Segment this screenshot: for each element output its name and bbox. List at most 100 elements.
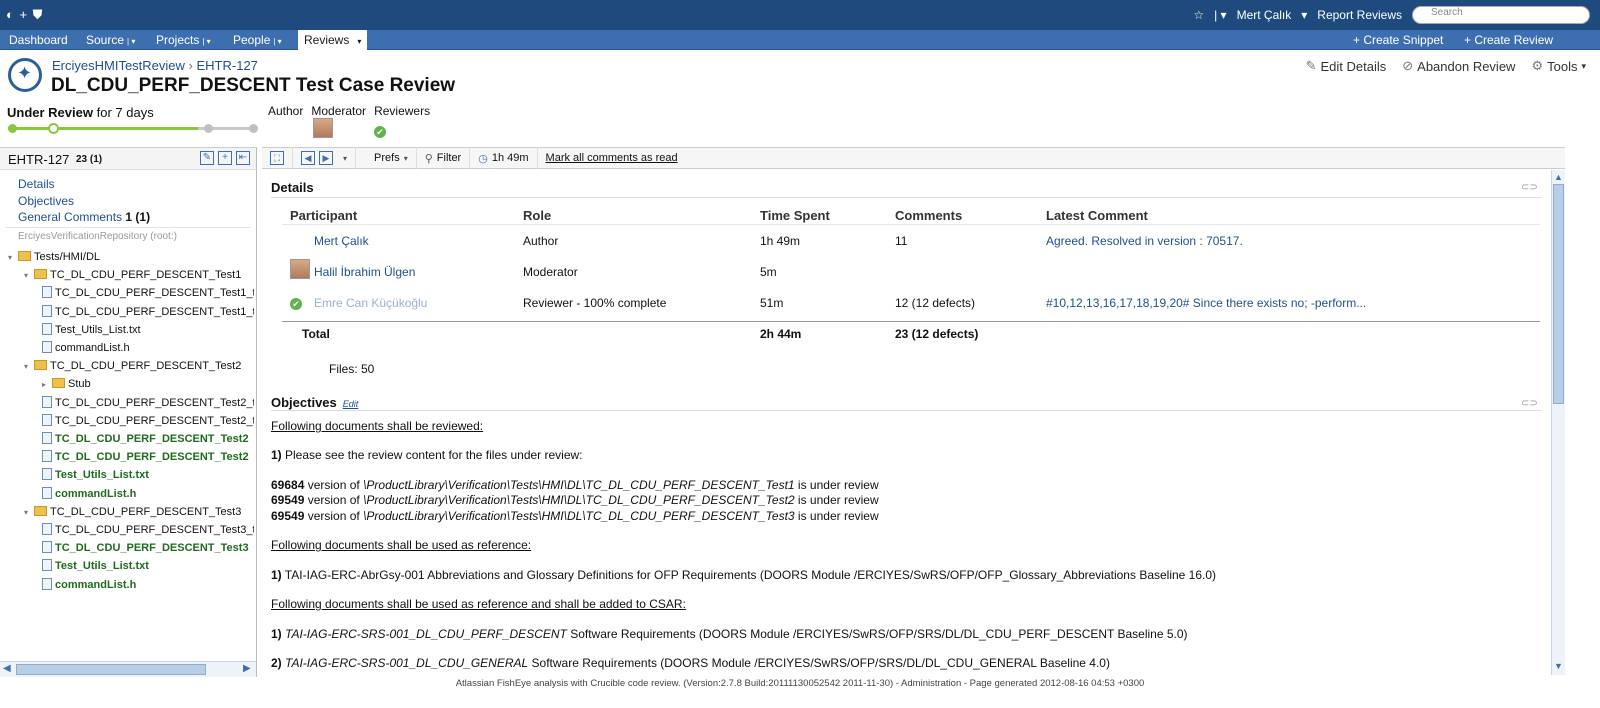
abandon-review-button[interactable]: ⊘ Abandon Review — [1402, 58, 1515, 74]
filter-button[interactable]: ⚲ Filter — [417, 147, 471, 169]
participant-role: Reviewer - 100% complete — [523, 296, 667, 310]
tree-file[interactable]: Test_Utils_List.txt — [42, 321, 254, 339]
tools-menu-button[interactable]: ⚙ Tools ▾ — [1531, 58, 1586, 74]
edit-details-button[interactable]: ✎ Edit Details — [1306, 58, 1387, 74]
sidebar-link-general-comments[interactable]: General Comments 1 (1) — [18, 209, 150, 226]
latest-comment-link[interactable]: #10,12,13,16,17,18,19,20# Since there ex… — [1046, 296, 1366, 310]
participant-time-spent: 51m — [760, 296, 784, 310]
latest-comment-text[interactable]: #10,12,13,16,17,18,19,20# Since there ex… — [1046, 296, 1366, 310]
participant-name[interactable]: Mert Çalık — [314, 234, 369, 248]
app-logo-icon[interactable]: ◐ + ⛊ — [6, 7, 43, 23]
favorites-dropdown-icon[interactable]: | ▾ — [1214, 8, 1226, 22]
horizontal-scrollbar[interactable]: ◀ ▶ — [0, 661, 256, 677]
tree-file[interactable]: TC_DL_CDU_PERF_DESCENT_Test2 — [42, 448, 254, 466]
file-icon — [42, 577, 52, 590]
toolbar-group: ⛶ — [262, 147, 293, 169]
tree-folder[interactable]: ▸ Stub — [42, 375, 254, 393]
chevron-down-icon[interactable]: ▾ — [24, 267, 34, 284]
tree-file[interactable]: Test_Utils_List.txt — [42, 466, 254, 484]
tree-folder[interactable]: ▾ Tests/HMI/DL — [8, 248, 254, 266]
tree-file[interactable]: TC_DL_CDU_PERF_DESCENT_Test2_tes — [42, 394, 254, 412]
tree-file[interactable]: commandList.h — [42, 576, 254, 594]
scrollbar-thumb[interactable] — [1553, 184, 1564, 404]
latest-comment-link[interactable]: Agreed. Resolved in version : 70517. — [1046, 234, 1243, 248]
tree-folder[interactable]: ▾ TC_DL_CDU_PERF_DESCENT_Test2 — [24, 357, 254, 375]
scroll-left-icon[interactable]: ◀ — [3, 663, 11, 674]
tree-item-label: TC_DL_CDU_PERF_DESCENT_Test2_tes — [55, 396, 254, 409]
participant-name-link[interactable]: Halil İbrahim Ülgen — [314, 265, 415, 279]
total-label: Total — [302, 327, 330, 341]
tree-file[interactable]: TC_DL_CDU_PERF_DESCENT_Test3 — [42, 539, 254, 557]
prefs-button[interactable]: Prefs ▾ — [356, 147, 417, 169]
vertical-scrollbar[interactable]: ▲ ▼ — [1551, 170, 1565, 675]
chevron-down-icon[interactable]: ▾ — [357, 37, 361, 46]
reference-text: TAI-IAG-ERC-AbrGsy-001 Abbreviations and… — [284, 568, 1217, 582]
tab-people[interactable]: People | ▾ — [227, 30, 288, 50]
breadcrumb-review-link[interactable]: EHTR-127 — [197, 58, 258, 73]
reviewer-complete-check-icon[interactable]: ✔ — [374, 126, 386, 138]
participant-name-link[interactable]: Mert Çalık — [314, 234, 369, 248]
scrollbar-thumb[interactable] — [16, 664, 206, 675]
mark-all-read-link[interactable]: Mark all comments as read — [538, 152, 678, 164]
fullscreen-icon[interactable]: ⛶ — [270, 151, 284, 165]
participant-name-link[interactable]: Emre Can Küçükoğlu — [314, 296, 427, 310]
divider — [282, 321, 1540, 322]
clock-icon: ◷ — [478, 152, 488, 165]
tab-dashboard[interactable]: Dashboard — [3, 30, 74, 50]
chevron-down-icon[interactable]: ▾ — [24, 504, 34, 521]
user-dropdown-icon[interactable]: ▾ — [1301, 8, 1307, 22]
collapse-section-icon[interactable]: ⊂⊃ — [1521, 182, 1538, 193]
participant-name[interactable]: Emre Can Küçükoğlu — [314, 296, 427, 310]
tree-folder[interactable]: ▾ TC_DL_CDU_PERF_DESCENT_Test1 — [24, 266, 254, 284]
chevron-down-icon[interactable]: | ▾ — [127, 37, 135, 46]
chevron-down-icon[interactable]: ▾ — [343, 154, 347, 163]
sidebar-link-objectives[interactable]: Objectives — [18, 193, 150, 210]
breadcrumb-project-link[interactable]: ErciyesHMITestReview — [52, 58, 185, 73]
moderator-avatar[interactable] — [313, 118, 333, 138]
tree-file[interactable]: TC_DL_CDU_PERF_DESCENT_Test1_tes — [42, 303, 254, 321]
participant-role: Moderator — [523, 265, 578, 279]
create-review-link[interactable]: + Create Review — [1464, 30, 1553, 50]
collapse-sidebar-icon[interactable]: ⇤ — [236, 151, 250, 165]
search-input[interactable]: ⌕ Search — [1412, 6, 1590, 24]
tree-file[interactable]: commandList.h — [42, 339, 254, 357]
tree-file[interactable]: TC_DL_CDU_PERF_DESCENT_Test2_tes — [42, 412, 254, 430]
edit-objectives-link[interactable]: Edit — [343, 399, 359, 409]
previous-icon[interactable]: ◀ — [301, 151, 315, 165]
chevron-down-icon[interactable]: | ▾ — [273, 37, 281, 46]
tree-file[interactable]: TC_DL_CDU_PERF_DESCENT_Test1_tes — [42, 284, 254, 302]
next-icon[interactable]: ▶ — [319, 151, 333, 165]
add-comment-icon[interactable]: ✎ — [200, 151, 214, 165]
progress-step-dot — [8, 124, 17, 133]
tree-file[interactable]: TC_DL_CDU_PERF_DESCENT_Test3_tes — [42, 521, 254, 539]
tree-file[interactable]: Test_Utils_List.txt — [42, 557, 254, 575]
participant-name[interactable]: Halil İbrahim Ülgen — [314, 265, 415, 279]
collapse-section-icon[interactable]: ⊂⊃ — [1521, 398, 1538, 409]
report-reviews-link[interactable]: Report Reviews — [1317, 8, 1402, 22]
time-tracker[interactable]: ◷ 1h 49m — [470, 147, 538, 169]
chevron-down-icon[interactable]: ▾ — [8, 249, 18, 266]
expand-all-icon[interactable]: + — [218, 151, 232, 165]
tab-reviews[interactable]: Reviews ▾ — [298, 30, 368, 50]
chevron-down-icon[interactable]: ▾ — [24, 358, 34, 375]
tree-folder[interactable]: ▾ TC_DL_CDU_PERF_DESCENT_Test3 — [24, 503, 254, 521]
star-icon[interactable]: ☆ — [1193, 8, 1204, 22]
user-menu[interactable]: Mert Çalık — [1237, 8, 1292, 22]
tree-file[interactable]: TC_DL_CDU_PERF_DESCENT_Test2 — [42, 430, 254, 448]
scroll-right-icon[interactable]: ▶ — [243, 663, 251, 674]
reviewer-complete-check-icon: ✔ — [290, 298, 302, 310]
column-header-role: Role — [523, 208, 552, 223]
chevron-right-icon[interactable]: ▸ — [42, 376, 52, 393]
tab-source[interactable]: Source | ▾ — [80, 30, 141, 50]
progress-step-dot — [249, 124, 258, 133]
scroll-down-icon[interactable]: ▼ — [1554, 661, 1563, 671]
tree-file[interactable]: commandList.h — [42, 485, 254, 503]
create-snippet-link[interactable]: + Create Snippet — [1353, 30, 1443, 50]
details-section-title: Details — [271, 180, 314, 195]
tab-projects[interactable]: Projects | ▾ — [150, 30, 217, 50]
scroll-up-icon[interactable]: ▲ — [1554, 172, 1563, 182]
folder-icon — [18, 251, 31, 261]
chevron-down-icon[interactable]: | ▾ — [202, 37, 210, 46]
sidebar-link-details[interactable]: Details — [18, 176, 150, 193]
latest-comment-text[interactable]: Agreed. Resolved in version : 70517. — [1046, 234, 1243, 248]
